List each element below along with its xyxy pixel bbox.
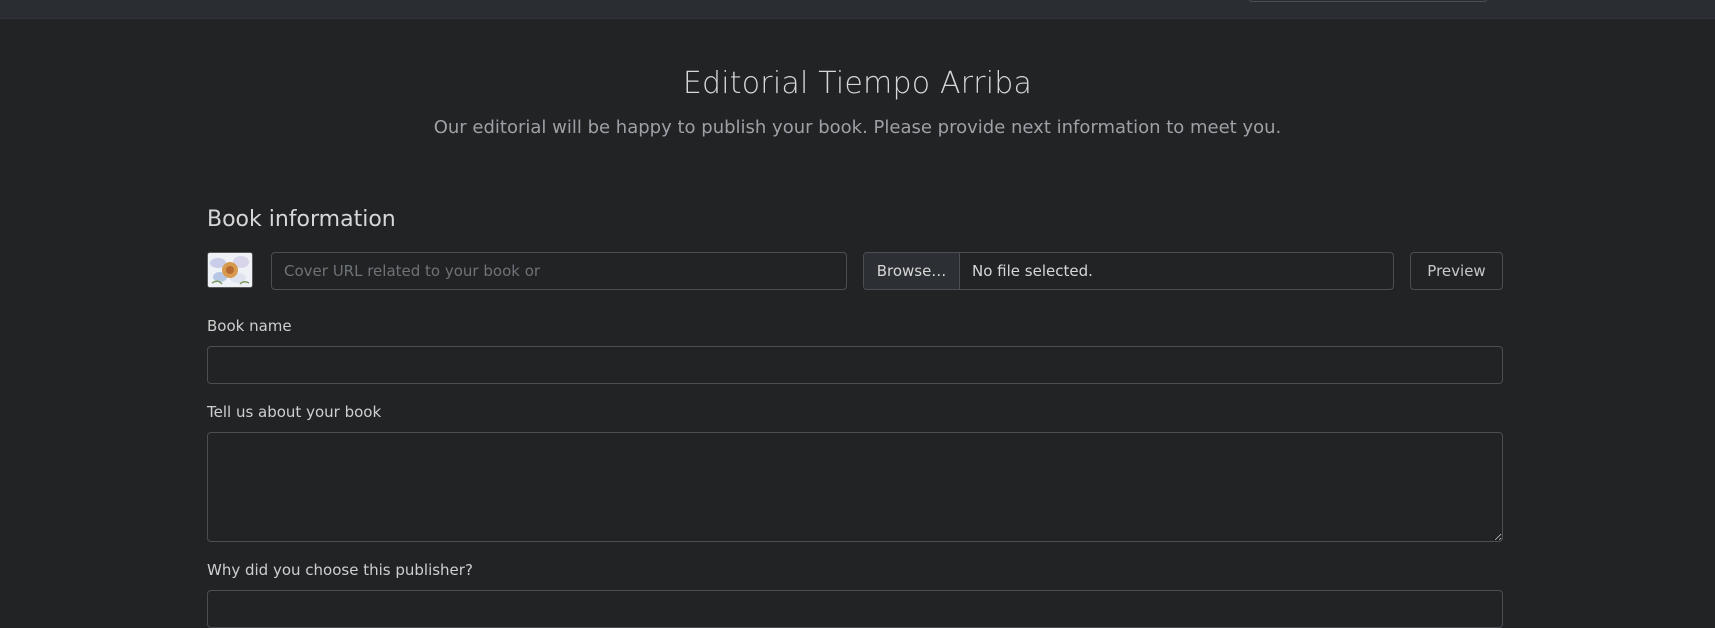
file-status-text: No file selected.: [972, 262, 1093, 280]
book-name-input[interactable]: [207, 346, 1503, 384]
about-book-textarea[interactable]: [207, 432, 1503, 542]
why-publisher-label: Why did you choose this publisher?: [207, 561, 473, 579]
why-publisher-input[interactable]: [207, 590, 1503, 628]
cover-thumbnail: [207, 252, 253, 288]
section-title-book-information: Book information: [207, 207, 396, 232]
preview-button[interactable]: Preview: [1410, 252, 1503, 290]
page-title: Editorial Tiempo Arriba: [682, 66, 1033, 101]
top-nav-control[interactable]: [1248, 0, 1488, 2]
browse-button[interactable]: Browse…: [864, 253, 960, 289]
cover-url-input[interactable]: [271, 252, 847, 290]
top-nav-bar: [0, 0, 1715, 19]
about-book-label: Tell us about your book: [207, 403, 382, 421]
book-name-label: Book name: [207, 317, 292, 335]
flower-image-icon: [208, 253, 252, 287]
page-subtitle: Our editorial will be happy to publish y…: [433, 117, 1282, 138]
cover-file-picker[interactable]: Browse… No file selected.: [863, 252, 1394, 290]
